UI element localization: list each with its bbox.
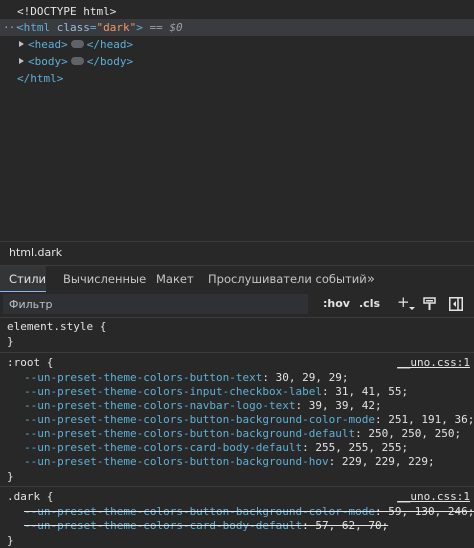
styles-pane: element.style { } :root { __uno.css:1 --…	[0, 318, 474, 548]
css-property[interactable]: --un-preset-theme-colors-input-checkbox-…	[24, 385, 408, 399]
add-rule-dropdown-icon[interactable]	[409, 307, 415, 310]
body-open-tag: <body>	[28, 55, 68, 68]
sidebar-tab-bar: Стили Вычисленные Макет Прослушиватели с…	[0, 265, 474, 294]
doctype-text: <!DOCTYPE html>	[17, 5, 117, 18]
dark-source-link[interactable]: __uno.css:1	[397, 490, 470, 503]
rule-divider	[0, 486, 474, 487]
element-style-selector[interactable]: element.style {	[7, 320, 106, 334]
html-open-tag: <html	[17, 21, 51, 34]
breadcrumb-item[interactable]: html.dark	[9, 246, 62, 259]
css-property-overridden[interactable]: --un-preset-theme-colors-button-backgrou…	[24, 505, 474, 519]
css-property[interactable]: --un-preset-theme-colors-button-text: 30…	[24, 371, 349, 385]
root-selector[interactable]: :root {	[7, 356, 53, 370]
root-source-link[interactable]: __uno.css:1	[397, 356, 470, 369]
tab-event-listeners[interactable]: Прослушиватели событий	[208, 266, 367, 293]
rule-divider	[0, 352, 474, 353]
paint-bucket-icon[interactable]	[423, 297, 436, 314]
css-property[interactable]: --un-preset-theme-colors-button-backgrou…	[24, 413, 474, 427]
css-property[interactable]: --un-preset-theme-colors-button-backgrou…	[24, 427, 461, 441]
doctype-line[interactable]: <!DOCTYPE html>	[17, 3, 116, 20]
dark-close: }	[7, 534, 14, 547]
head-open-tag: <head>	[28, 38, 68, 51]
html-attr-value: dark	[103, 21, 130, 34]
css-property-overridden[interactable]: --un-preset-theme-colors-card-body-defau…	[24, 519, 388, 533]
html-close-line[interactable]: </html>	[17, 70, 63, 87]
html-attr-name: class	[56, 21, 90, 34]
toggle-sidebar-icon[interactable]	[449, 297, 463, 314]
more-tabs-chevron-icon[interactable]: »	[367, 266, 375, 293]
tab-layout[interactable]: Макет	[156, 266, 194, 293]
elements-dom-tree: <!DOCTYPE html> ··· <html class="dark"> …	[0, 0, 474, 240]
tab-computed[interactable]: Вычисленные	[63, 266, 146, 293]
hover-state-toggle[interactable]: :hov	[323, 295, 350, 313]
class-toggle[interactable]: .cls	[359, 295, 380, 313]
collapsed-ellipsis-icon[interactable]	[70, 57, 84, 65]
selected-marker: == $0	[149, 21, 183, 34]
html-node-line[interactable]: ··· <html class="dark"> == $0	[0, 19, 474, 36]
tab-styles[interactable]: Стили	[0, 266, 46, 293]
body-close-tag: </body>	[86, 55, 134, 68]
add-rule-icon[interactable]: +	[397, 293, 410, 311]
breadcrumb: html.dark	[0, 241, 474, 266]
styles-toolbar: :hov .cls +	[0, 292, 474, 318]
css-property[interactable]: --un-preset-theme-colors-button-backgrou…	[24, 455, 435, 469]
filter-input[interactable]	[3, 294, 308, 314]
css-property[interactable]: --un-preset-theme-colors-navbar-logo-tex…	[24, 399, 382, 413]
dark-selector[interactable]: .dark {	[7, 490, 53, 504]
head-node-line[interactable]: <head> </head>	[19, 36, 133, 53]
body-node-line[interactable]: <body> </body>	[19, 53, 133, 70]
root-close: }	[7, 470, 14, 483]
element-style-close: }	[7, 335, 14, 348]
css-property[interactable]: --un-preset-theme-colors-card-body-defau…	[24, 441, 408, 455]
expand-triangle-icon[interactable]	[19, 41, 24, 47]
collapsed-ellipsis-icon[interactable]	[70, 40, 84, 48]
html-close-bracket: >	[136, 21, 143, 34]
html-close-tag: </html>	[17, 72, 64, 85]
expand-triangle-icon[interactable]	[19, 58, 24, 64]
head-close-tag: </head>	[86, 38, 134, 51]
